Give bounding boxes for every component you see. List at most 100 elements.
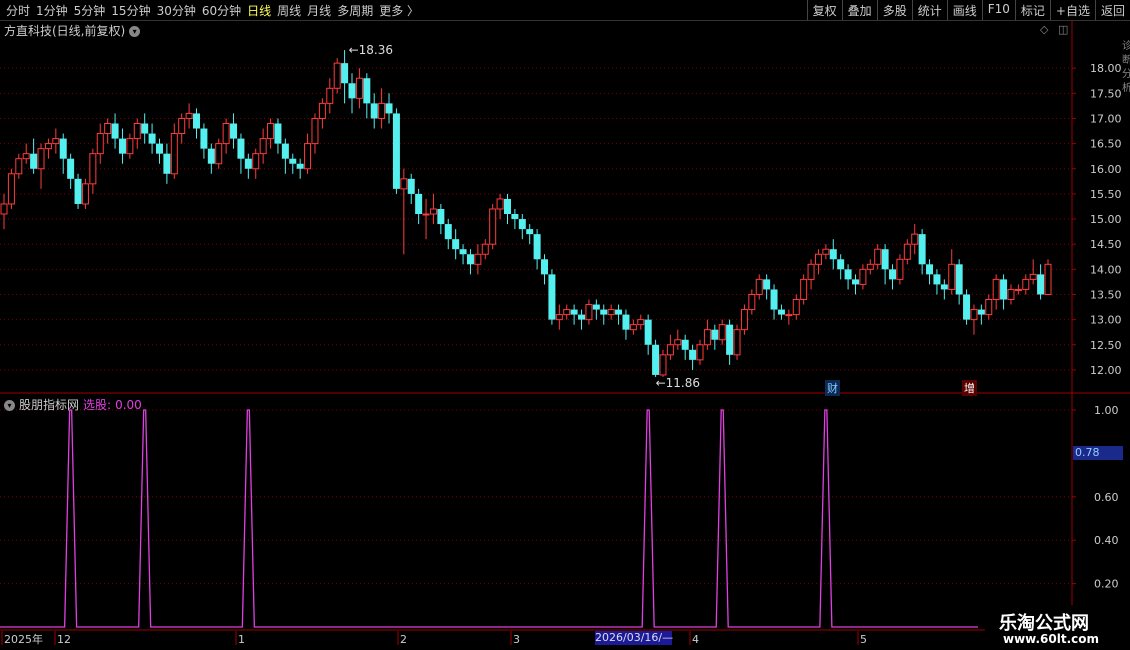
candle-body-down <box>392 113 400 189</box>
candle-body-down <box>1000 279 1008 300</box>
indicator-signal-line <box>0 409 978 628</box>
candle-body-down <box>363 78 371 104</box>
candle-body-down <box>415 193 423 215</box>
candle-body-down <box>615 309 623 315</box>
candle-body-up <box>911 233 919 245</box>
candle-body-up <box>185 112 193 119</box>
candle-body-down <box>348 83 356 99</box>
date-tick-label: 2 <box>400 633 407 646</box>
candle-body-down <box>600 309 608 315</box>
candle-body-down <box>437 208 445 225</box>
candle-body-up <box>792 299 800 316</box>
candle-body-up <box>96 133 104 155</box>
price-tick-label: 15.50 <box>1090 188 1122 201</box>
candle-body-down <box>933 274 941 285</box>
candle-body-up <box>1044 263 1052 295</box>
candle-body-up <box>896 258 904 280</box>
candle-body-down <box>370 103 378 119</box>
indicator-value: 0.00 <box>115 398 142 412</box>
candle-body-down <box>711 329 719 340</box>
event-marker-increase[interactable]: 增 <box>962 380 977 396</box>
candle-body-up <box>15 158 23 175</box>
candle-body-down <box>163 153 171 174</box>
candle-body-up <box>222 122 230 145</box>
candle-body-down <box>844 269 852 280</box>
high-price-label: ←18.36 <box>349 43 393 57</box>
candle-body-down <box>681 339 689 350</box>
candle-body-down <box>526 229 534 235</box>
date-tick-label: 12 <box>57 633 71 646</box>
price-tick-label: 17.00 <box>1090 112 1122 125</box>
candle-body-down <box>155 143 163 154</box>
candle-body-up <box>1022 278 1030 290</box>
candle-body-up <box>89 153 97 185</box>
candle-body-down <box>963 294 971 320</box>
candle-body-down <box>763 279 771 290</box>
watermark-url: www.60lt.com <box>1003 632 1100 646</box>
candle-body-up <box>733 329 741 356</box>
candle-body-down <box>548 274 556 320</box>
price-tick-label: 18.00 <box>1090 62 1122 75</box>
candle-body-up <box>866 263 874 270</box>
candle-body-down <box>274 123 282 144</box>
candle-body-up <box>355 77 363 99</box>
candle-body-down <box>1037 274 1045 295</box>
candle-body-down <box>940 284 948 290</box>
candle-body-up <box>311 117 319 145</box>
candle-body-up <box>1007 288 1015 301</box>
candle-body-up <box>170 133 178 175</box>
candle-body-down <box>518 219 526 230</box>
chart-canvas[interactable]: 18.00 17.50 17.00 16.50 16.00 15.50 15.00 14.50… <box>0 0 1130 650</box>
candle-body-down <box>652 344 660 375</box>
price-tick-label: 15.00 <box>1090 213 1122 226</box>
candle-body-down <box>918 234 926 265</box>
candle-body-up <box>666 344 674 356</box>
candle-body-down <box>30 153 38 169</box>
candle-body-up <box>126 138 134 155</box>
indicator-name: 股朋指标网 <box>19 398 80 412</box>
selected-date: 2026/03/16/— <box>595 631 674 645</box>
candle-body-up <box>814 253 822 265</box>
candle-body-down <box>541 259 549 275</box>
candle-body-up <box>489 208 497 245</box>
candle-body-up <box>874 248 882 265</box>
candle-body-down <box>622 314 630 330</box>
candle-body-down <box>289 158 297 164</box>
candle-body-up <box>629 324 637 331</box>
candle-body-down <box>770 289 778 310</box>
candle-body-up <box>822 248 830 255</box>
candle-body-down <box>503 198 511 215</box>
candle-body-up <box>785 314 793 317</box>
watermark-logo: 乐淘公式网 www.60lt.com <box>985 605 1130 650</box>
candle-body-down <box>67 158 75 179</box>
candle-body-up <box>992 278 1000 301</box>
candle-body-down <box>955 264 963 295</box>
candle-body-down <box>889 269 897 280</box>
price-tick-label: 17.50 <box>1090 87 1122 100</box>
candle-body-down <box>466 254 474 265</box>
candle-body-down <box>444 224 452 240</box>
candle-body-up <box>607 309 615 316</box>
indicator-label: 选股: <box>83 398 112 412</box>
chevron-down-icon[interactable]: ▾ <box>4 400 15 411</box>
indicator-tick-label: 1.00 <box>1094 404 1119 417</box>
candle-body-up <box>422 213 430 216</box>
candle-body-down <box>281 143 289 159</box>
candle-body-down <box>926 264 934 275</box>
cursor-value: 0.78 <box>1073 446 1123 460</box>
candle-body-up <box>37 148 45 170</box>
candle-body-up <box>807 263 815 280</box>
candle-body-up <box>22 153 30 160</box>
candle-body-down <box>851 279 859 285</box>
candle-body-down <box>689 349 697 360</box>
candle-body-up <box>674 339 682 346</box>
candle-body-up <box>474 253 482 265</box>
event-marker-finance[interactable]: 财 <box>825 380 840 396</box>
candle-body-down <box>837 259 845 270</box>
price-tick-label: 16.00 <box>1090 163 1122 176</box>
candle-body-down <box>341 63 349 84</box>
candle-body-down <box>777 309 785 315</box>
candle-body-down <box>148 133 156 144</box>
candle-body-down <box>726 324 734 355</box>
candle-body-up <box>318 102 326 119</box>
